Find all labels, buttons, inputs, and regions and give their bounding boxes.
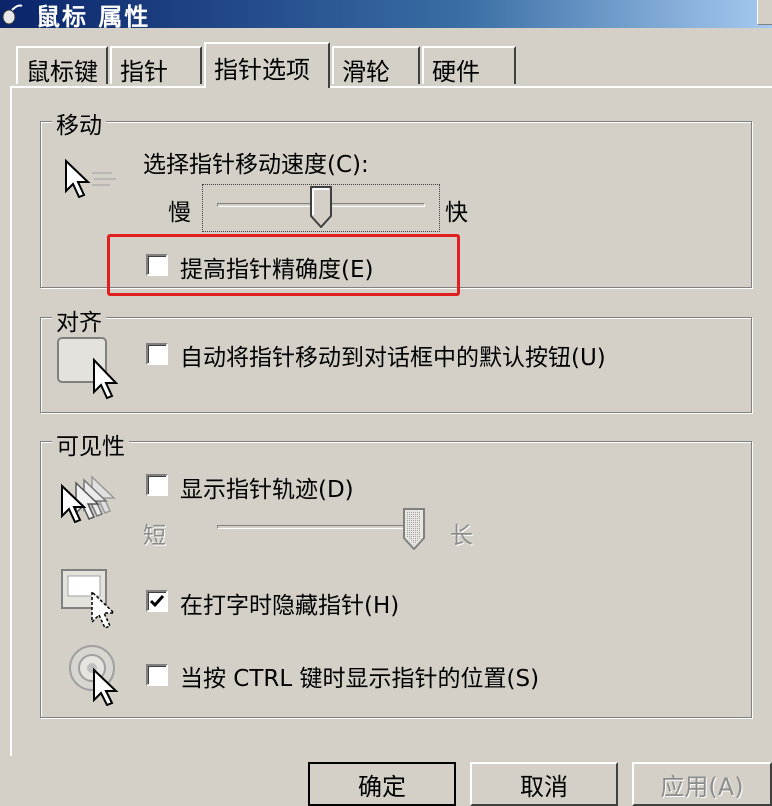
show-location-label: 当按 CTRL 键时显示指针的位置(S) bbox=[180, 666, 540, 692]
trail-length-slider-thumb[interactable] bbox=[403, 508, 425, 554]
snap-to-label: 自动将指针移动到对话框中的默认按钮(U) bbox=[180, 345, 606, 371]
checkmark-icon bbox=[149, 595, 165, 608]
pointer-speed-icon bbox=[60, 155, 120, 203]
show-location-icon bbox=[68, 642, 124, 710]
pointer-trails-label: 显示指针轨迹(D) bbox=[180, 477, 354, 503]
hide-while-typing-checkbox[interactable] bbox=[146, 590, 168, 612]
snap-to-button-icon bbox=[56, 336, 126, 404]
short-label: 短 bbox=[143, 523, 166, 549]
apply-button[interactable]: 应用(A) bbox=[632, 762, 772, 806]
tab-hardware[interactable]: 硬件 bbox=[422, 46, 516, 86]
tab-pointers[interactable]: 指针 bbox=[110, 46, 202, 86]
ok-button[interactable]: 确定 bbox=[308, 762, 456, 806]
snap-to-group-title: 对齐 bbox=[52, 303, 106, 337]
snap-to-checkbox[interactable] bbox=[146, 343, 168, 365]
motion-group-title: 移动 bbox=[52, 106, 106, 140]
tab-pointer-options[interactable]: 指针选项 bbox=[204, 42, 330, 88]
tab-mouse-buttons[interactable]: 鼠标键 bbox=[16, 46, 108, 86]
long-label: 长 bbox=[450, 523, 473, 549]
visibility-group-title: 可见性 bbox=[52, 427, 129, 461]
trail-length-slider[interactable] bbox=[217, 525, 425, 529]
mouse-app-icon bbox=[0, 2, 24, 26]
hide-while-typing-label: 在打字时隐藏指针(H) bbox=[180, 593, 400, 619]
slow-label: 慢 bbox=[168, 200, 191, 226]
title-bar: 鼠标 属性 bbox=[0, 0, 772, 31]
hide-while-typing-icon bbox=[60, 568, 122, 634]
pointer-trails-icon bbox=[58, 474, 124, 530]
show-location-checkbox[interactable] bbox=[146, 664, 168, 686]
speed-slider-thumb[interactable] bbox=[310, 186, 332, 232]
pointer-speed-label: 选择指针移动速度(C): bbox=[143, 152, 369, 178]
cancel-button[interactable]: 取消 bbox=[470, 762, 618, 806]
close-button[interactable] bbox=[757, 0, 772, 25]
fast-label: 快 bbox=[445, 200, 468, 226]
window-title: 鼠标 属性 bbox=[36, 2, 151, 31]
pointer-trails-checkbox[interactable] bbox=[146, 474, 168, 496]
tab-wheel[interactable]: 滑轮 bbox=[332, 46, 420, 86]
highlight-annotation bbox=[107, 234, 460, 296]
